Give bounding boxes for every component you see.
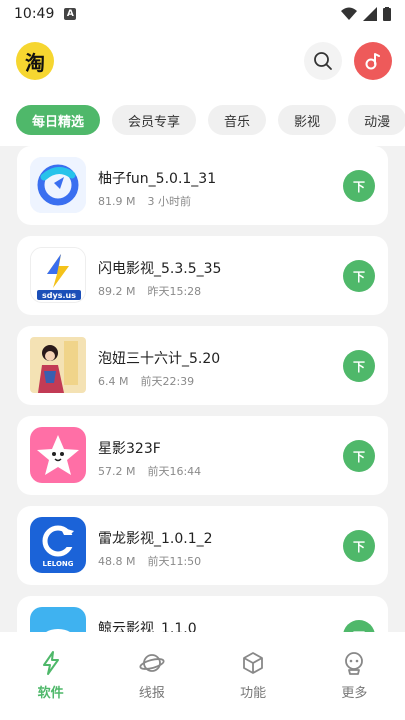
app-size: 48.8 M	[98, 555, 136, 568]
shandian-icon: sdys.us	[30, 247, 86, 303]
app-time: 昨天15:28	[147, 285, 202, 298]
app-card[interactable]: 泡妞三十六计_5.20 6.4 M 前天22:39 下	[17, 326, 388, 405]
leilong-icon: LELONG	[30, 517, 86, 573]
app-time: 前天16:44	[147, 465, 202, 478]
youzi-fun-icon	[30, 157, 86, 213]
nav-label: 线报	[138, 686, 165, 701]
app-logo[interactable]: 淘	[16, 42, 54, 80]
app-time: 3 小时前	[147, 195, 191, 208]
app-list[interactable]: 柚子fun_5.0.1_31 81.9 M 3 小时前 下 sdys.us 闪电影…	[0, 146, 405, 632]
battery-icon	[383, 7, 391, 21]
app-card[interactable]: 星影323F 57.2 M 前天16:44 下	[17, 416, 388, 495]
app-name: 柚子fun_5.0.1_31	[98, 171, 217, 187]
lightning-icon	[42, 651, 59, 675]
tab-daily-picks[interactable]: 每日精选	[16, 105, 101, 135]
download-button[interactable]: 下	[343, 620, 375, 632]
logo-text: 淘	[25, 50, 45, 75]
status-icons	[341, 7, 391, 21]
tab-video[interactable]: 影视	[278, 105, 337, 135]
download-button[interactable]: 下	[343, 260, 375, 292]
music-button[interactable]	[354, 42, 392, 80]
app-name: 泡妞三十六计_5.20	[98, 351, 221, 367]
status-bar: 10:49 A	[0, 0, 405, 28]
bottom-nav: 软件 线报 功能 更多	[0, 632, 405, 720]
app-size: 6.4 M	[98, 375, 129, 388]
app-meta: 89.2 M 昨天15:28	[98, 283, 201, 299]
shandian-icon-text: sdys.us	[42, 291, 76, 300]
nav-features[interactable]: 功能	[203, 632, 304, 720]
app-meta: 81.9 M 3 小时前	[98, 193, 191, 209]
app-size: 57.2 M	[98, 465, 136, 478]
star-icon	[30, 427, 86, 483]
app-name: 雷龙影视_1.0.1_2	[98, 531, 213, 547]
robot-icon	[345, 652, 364, 675]
leilong-icon-text: LELONG	[42, 560, 74, 568]
app-header: 淘	[0, 28, 405, 94]
tab-vip[interactable]: 会员专享	[112, 105, 197, 135]
nav-more[interactable]: 更多	[304, 632, 405, 720]
nav-label: 软件	[37, 686, 64, 701]
app-time: 前天11:50	[147, 555, 202, 568]
search-icon	[314, 52, 332, 70]
tab-anime[interactable]: 动漫	[348, 105, 405, 135]
search-button[interactable]	[304, 42, 342, 80]
download-button[interactable]: 下	[343, 170, 375, 202]
app-card[interactable]: 鲸云影视_1.1.0 下	[17, 596, 388, 632]
paoniu-icon	[30, 337, 86, 393]
download-button[interactable]: 下	[343, 350, 375, 382]
app-card[interactable]: sdys.us 闪电影视_5.3.5_35 89.2 M 昨天15:28 下	[17, 236, 388, 315]
notification-badge: A	[64, 8, 77, 20]
category-tabs: 每日精选 会员专享 音乐 影视 动漫	[0, 94, 405, 146]
app-time: 前天22:39	[140, 375, 195, 388]
app-meta: 48.8 M 前天11:50	[98, 553, 201, 569]
app-card[interactable]: LELONG 雷龙影视_1.0.1_2 48.8 M 前天11:50 下	[17, 506, 388, 585]
app-name: 星影323F	[98, 441, 161, 457]
wifi-icon	[341, 7, 357, 20]
app-meta: 6.4 M 前天22:39	[98, 373, 194, 389]
signal-icon	[363, 7, 377, 21]
cube-icon	[243, 652, 264, 674]
nav-label: 更多	[341, 686, 368, 701]
music-note-icon	[365, 53, 380, 70]
jingyun-icon	[30, 607, 86, 632]
nav-deals[interactable]: 线报	[101, 632, 202, 720]
status-time: 10:49	[14, 6, 55, 22]
app-size: 89.2 M	[98, 285, 136, 298]
download-button[interactable]: 下	[343, 440, 375, 472]
app-name: 鲸云影视_1.1.0	[98, 621, 197, 632]
download-button[interactable]: 下	[343, 530, 375, 562]
planet-icon	[139, 654, 165, 672]
app-name: 闪电影视_5.3.5_35	[98, 261, 222, 277]
tab-music[interactable]: 音乐	[208, 105, 267, 135]
nav-label: 功能	[240, 686, 267, 701]
app-size: 81.9 M	[98, 195, 136, 208]
app-meta: 57.2 M 前天16:44	[98, 463, 201, 479]
nav-software[interactable]: 软件	[0, 632, 101, 720]
app-card[interactable]: 柚子fun_5.0.1_31 81.9 M 3 小时前 下	[17, 146, 388, 225]
